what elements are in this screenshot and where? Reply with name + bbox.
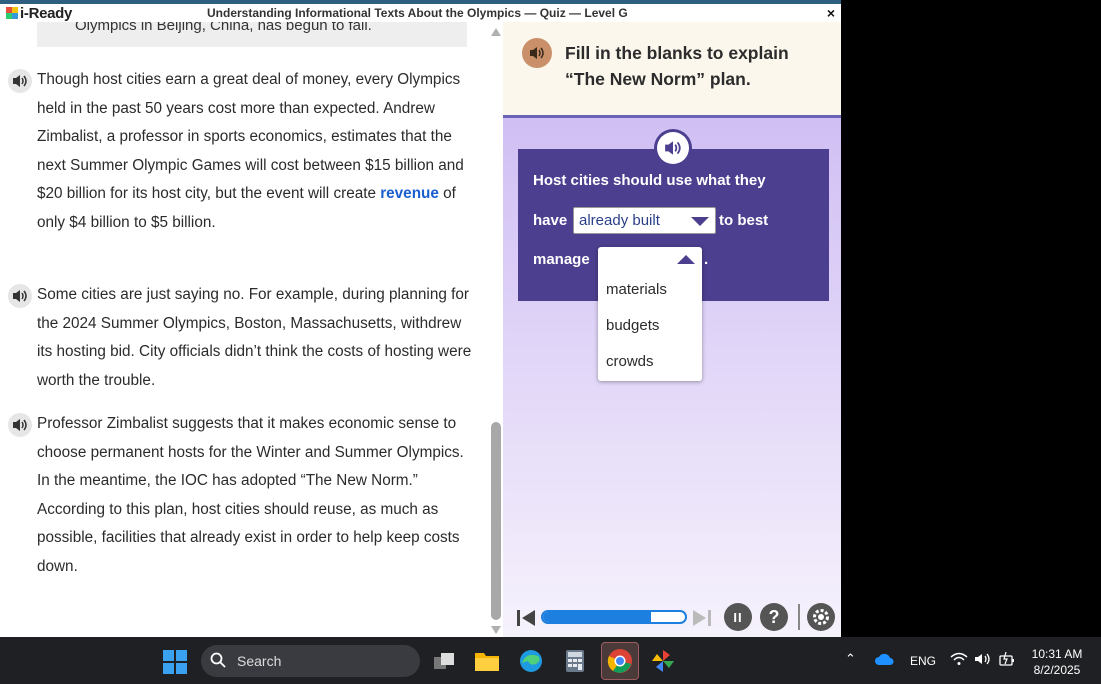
fill-in-blank-card: Host cities should use what they have al…	[518, 129, 829, 381]
progress-bar[interactable]	[541, 610, 687, 624]
search-icon	[210, 652, 226, 668]
chrome-browser-icon[interactable]	[601, 642, 639, 680]
logo-cube-icon	[6, 7, 18, 19]
blank-2-dropdown-open[interactable]: materials budgets crowds	[598, 247, 702, 381]
vocabulary-link-revenue[interactable]: revenue	[380, 185, 439, 202]
pinwheel-app-icon[interactable]	[647, 645, 679, 677]
sentence-line-1: Host cities should use what they	[533, 172, 766, 189]
scroll-down-arrow-icon[interactable]	[491, 626, 501, 634]
search-label: Search	[237, 653, 282, 669]
clock-time: 10:31 AM	[1031, 647, 1083, 661]
speaker-icon	[13, 419, 27, 431]
dropdown-option-materials[interactable]: materials	[606, 281, 667, 298]
sentence-word-to-best: to best	[719, 212, 769, 229]
iready-logo: i-Ready	[6, 4, 73, 22]
blank-1-selected-value: already built	[579, 212, 660, 229]
rewind-icon[interactable]	[515, 608, 537, 628]
pause-button[interactable]: II	[724, 603, 752, 631]
windows-taskbar: Search ⌃ ENG 10:31 AM 8/2/2025	[0, 637, 1101, 684]
chevron-down-icon	[691, 217, 709, 226]
sentence-audio-button[interactable]	[654, 129, 692, 167]
clock-date: 8/2/2025	[1033, 663, 1081, 677]
edge-browser-icon[interactable]	[515, 645, 547, 677]
battery-icon[interactable]	[998, 651, 1016, 670]
iready-app-window: i-Ready Understanding Informational Text…	[0, 0, 841, 637]
file-explorer-icon[interactable]	[471, 645, 503, 677]
paragraph-3-text: Professor Zimbalist suggests that it mak…	[37, 415, 464, 575]
scroll-up-arrow-icon[interactable]	[491, 28, 501, 36]
settings-button[interactable]	[807, 603, 835, 631]
paragraph-2-text: Some cities are just saying no. For exam…	[37, 286, 472, 389]
speaker-icon	[13, 75, 27, 87]
onedrive-cloud-icon[interactable]	[874, 652, 894, 669]
volume-icon[interactable]	[974, 652, 992, 669]
player-controls: II ?	[503, 598, 841, 637]
paragraph-3-audio-button[interactable]	[8, 413, 32, 437]
sentence-word-manage: manage	[533, 251, 590, 268]
prompt-area: Fill in the blanks to explain “The New N…	[503, 22, 841, 118]
system-clock[interactable]: 10:31 AM 8/2/2025	[1025, 646, 1089, 678]
progress-fill	[543, 612, 651, 622]
chevron-up-icon	[677, 255, 695, 264]
reading-passage: Olympics in Beijing, China, has begun to…	[0, 22, 488, 637]
paragraph-1-text: Though host cities earn a great deal of …	[37, 71, 464, 231]
tray-chevron-up-icon[interactable]: ⌃	[845, 651, 856, 667]
sentence-word-have: have	[533, 212, 568, 229]
blank-1-dropdown[interactable]: already built	[573, 207, 716, 234]
speaker-icon	[530, 47, 544, 59]
controls-divider	[798, 604, 800, 630]
window-title: Understanding Informational Texts About …	[207, 6, 628, 20]
prompt-audio-button[interactable]	[522, 38, 552, 68]
scroll-thumb[interactable]	[491, 422, 501, 620]
language-indicator[interactable]: ENG	[910, 654, 936, 668]
question-pane: Fill in the blanks to explain “The New N…	[503, 22, 841, 637]
question-prompt: Fill in the blanks to explain “The New N…	[565, 43, 789, 89]
title-bar: i-Ready Understanding Informational Text…	[0, 4, 841, 22]
dropdown-option-budgets[interactable]: budgets	[606, 317, 659, 334]
cutoff-line: Olympics in Beijing, China, has begun to…	[75, 22, 372, 34]
help-button[interactable]: ?	[760, 603, 788, 631]
paragraph-1-audio-button[interactable]	[8, 69, 32, 93]
dropdown-option-crowds[interactable]: crowds	[606, 353, 654, 370]
gear-icon	[813, 609, 829, 625]
close-button[interactable]: ×	[823, 4, 839, 22]
task-view-icon[interactable]	[428, 645, 460, 677]
speaker-icon	[665, 141, 681, 155]
calculator-icon[interactable]	[559, 645, 591, 677]
taskbar-search[interactable]: Search	[201, 645, 420, 677]
speaker-icon	[13, 290, 27, 302]
start-button[interactable]	[163, 650, 187, 674]
wifi-icon[interactable]	[950, 652, 968, 669]
paragraph-2-audio-button[interactable]	[8, 284, 32, 308]
logo-text: i-Ready	[20, 4, 73, 22]
skip-forward-icon[interactable]	[691, 608, 713, 628]
sentence-period: .	[704, 251, 709, 268]
